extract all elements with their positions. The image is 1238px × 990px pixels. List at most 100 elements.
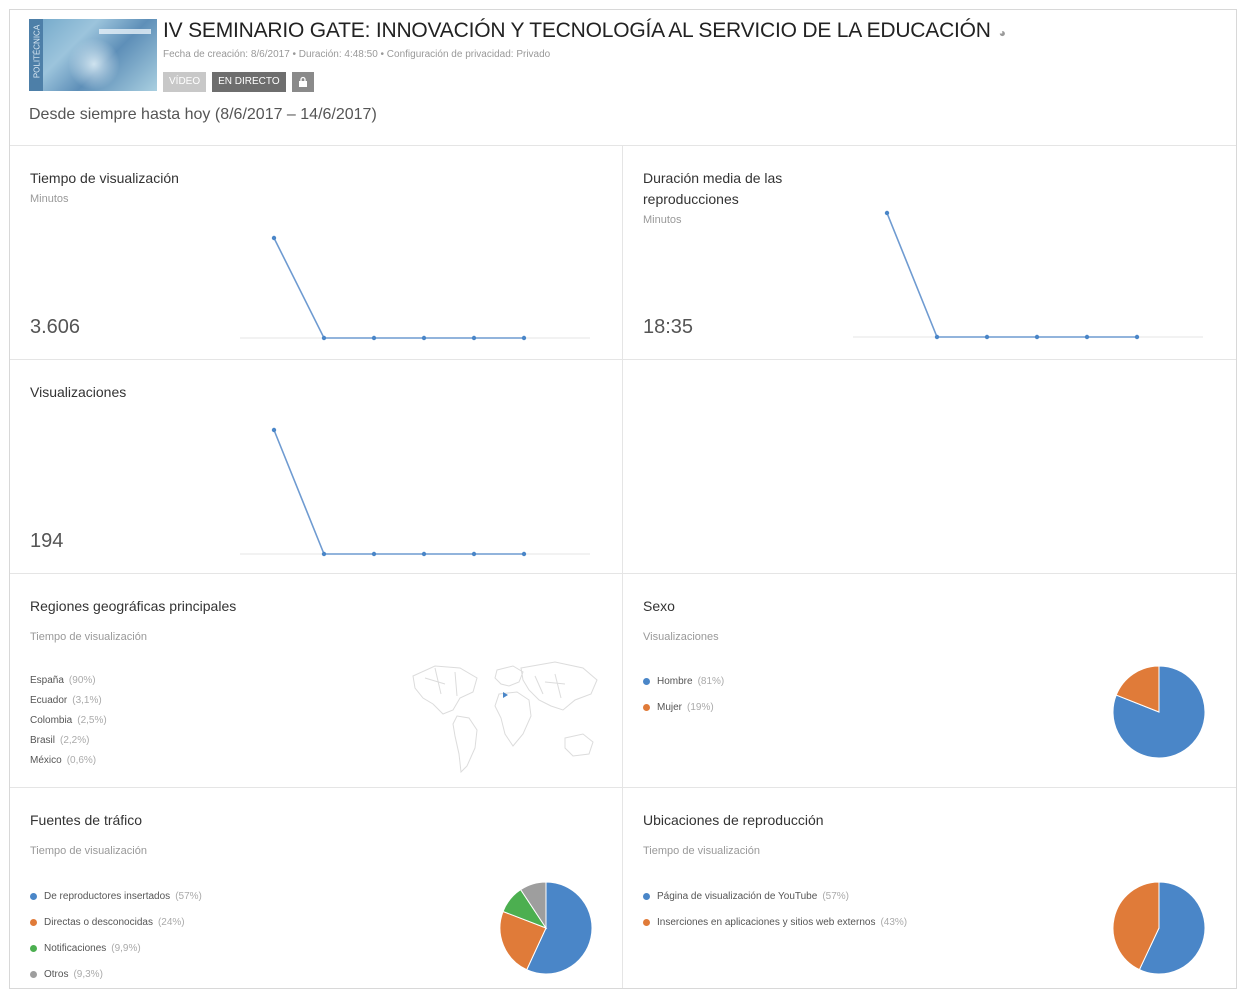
analytics-card: POLITÉCNICA IV SEMINARIO GATE: INNOVACIÓ… (9, 9, 1237, 989)
region-label: Ecuador (30, 694, 68, 706)
locations-legend: Página de visualización de YouTube (57%) … (643, 883, 907, 935)
sparkline-point[interactable] (471, 551, 477, 557)
legend-item: Directas o desconocidas (24%) (30, 909, 202, 935)
sparkline-point[interactable] (884, 210, 890, 216)
thumbnail-strip-text: POLITÉCNICA (32, 24, 42, 79)
sparkline-point[interactable] (1084, 334, 1090, 340)
region-pct: (2,5%) (77, 714, 107, 726)
avg-duration-title-line2: reproducciones (643, 191, 739, 207)
watch-time-unit: Minutos (30, 193, 69, 205)
watch-time-sparkline (240, 235, 590, 341)
region-label: Colombia (30, 714, 73, 726)
region-item: España (90%) (30, 670, 107, 690)
legend-dot (643, 918, 650, 926)
avg-duration-card[interactable]: Duración media de las reproducciones Min… (623, 146, 1236, 360)
video-meta: Fecha de creación: 8/6/2017 • Duración: … (163, 49, 551, 60)
sparkline-point[interactable] (421, 551, 427, 557)
legend-label: Notificaciones (44, 942, 107, 954)
region-item: Colombia (2,5%) (30, 710, 107, 730)
legend-item: Inserciones en aplicaciones y sitios web… (643, 909, 907, 935)
thumbnail-glow (69, 37, 119, 91)
sparkline-point[interactable] (271, 235, 277, 241)
thumbnail-bar (99, 29, 151, 34)
legend-pct: (43%) (880, 916, 908, 928)
region-label: México (30, 754, 62, 766)
thumbnail-strip: POLITÉCNICA (29, 19, 43, 91)
sparkline-series (273, 429, 524, 555)
gender-card[interactable]: Sexo Visualizaciones Hombre (81%) Mujer (1… (623, 574, 1236, 788)
legend-item: Hombre (81%) (643, 668, 724, 694)
legend-label: Directas o desconocidas (44, 916, 153, 928)
sparkline-point[interactable] (1034, 334, 1040, 340)
external-link-icon[interactable]: ◕ (999, 26, 1006, 40)
region-pct: (0,6%) (66, 754, 97, 766)
badge-row: VÍDEO EN DIRECTO (163, 72, 314, 92)
video-title[interactable]: IV SEMINARIO GATE: INNOVACIÓN Y TECNOLOG… (163, 19, 1006, 43)
gender-subtitle: Visualizaciones (643, 631, 719, 643)
sparkline-point[interactable] (321, 335, 327, 341)
gender-pie (1112, 665, 1206, 759)
avg-duration-value: 18:35 (643, 316, 694, 338)
legend-pct: (24%) (157, 916, 185, 928)
lock-icon-svg (298, 76, 307, 87)
sparkline-point[interactable] (984, 334, 990, 340)
avg-duration-unit: Minutos (643, 214, 682, 226)
legend-item: Notificaciones (9,9%) (30, 935, 202, 961)
empty-card (623, 360, 1236, 574)
sparkline-series (886, 212, 1137, 338)
views-value: 194 (30, 530, 64, 552)
regions-title: Regiones geográficas principales (30, 598, 237, 614)
sparkline-point[interactable] (371, 335, 377, 341)
legend-dot (30, 918, 37, 926)
sparkline-point[interactable] (471, 335, 477, 341)
lock-icon (291, 72, 314, 92)
views-card[interactable]: Visualizaciones 194 (10, 360, 623, 574)
legend-item: Página de visualización de YouTube (57%) (643, 883, 907, 909)
traffic-card[interactable]: Fuentes de tráfico Tiempo de visualizaci… (10, 788, 623, 988)
region-label: Brasil (30, 734, 56, 746)
legend-label: De reproductores insertados (44, 890, 171, 902)
views-title: Visualizaciones (30, 384, 127, 400)
date-range: Desde siempre hasta hoy (8/6/2017 – 14/6… (29, 106, 377, 123)
legend-dot (30, 892, 37, 900)
gender-legend: Hombre (81%) Mujer (19%) (643, 668, 724, 720)
video-header: POLITÉCNICA IV SEMINARIO GATE: INNOVACIÓ… (10, 10, 1236, 146)
video-thumbnail[interactable]: POLITÉCNICA (29, 19, 157, 91)
region-pct: (3,1%) (72, 694, 102, 706)
sparkline-point[interactable] (521, 551, 527, 557)
legend-pct: (19%) (687, 701, 714, 713)
watch-time-value: 3.606 (30, 316, 81, 338)
locations-subtitle: Tiempo de visualización (643, 845, 760, 857)
legend-label: Otros (44, 968, 69, 980)
sparkline-point[interactable] (1134, 334, 1140, 340)
sparkline-point[interactable] (371, 551, 377, 557)
region-item: Ecuador (3,1%) (30, 690, 107, 710)
legend-pct: (9,9%) (111, 942, 141, 954)
legend-label: Hombre (657, 675, 693, 687)
traffic-title: Fuentes de tráfico (30, 812, 143, 828)
locations-pie (1112, 881, 1206, 975)
sparkline-point[interactable] (271, 427, 277, 433)
video-badge: VÍDEO (163, 72, 207, 92)
avg-duration-title-line1: Duración media de las (643, 170, 783, 186)
sparkline-point[interactable] (421, 335, 427, 341)
legend-label: Mujer (657, 701, 683, 713)
legend-item: Mujer (19%) (643, 694, 724, 720)
region-item: Brasil (2,2%) (30, 730, 107, 750)
sparkline-point[interactable] (321, 551, 327, 557)
locations-card[interactable]: Ubicaciones de reproducción Tiempo de vi… (623, 788, 1236, 988)
legend-label: Inserciones en aplicaciones y sitios web… (657, 916, 876, 928)
legend-label: Página de visualización de YouTube (657, 890, 818, 902)
region-label: España (30, 674, 64, 686)
legend-item: Otros (9,3%) (30, 961, 202, 987)
sparkline-point[interactable] (521, 335, 527, 341)
watch-time-card[interactable]: Tiempo de visualización Minutos 3.606 (10, 146, 623, 360)
region-pct: (2,2%) (60, 734, 90, 746)
regions-card[interactable]: Regiones geográficas principales Tiempo … (10, 574, 623, 788)
locations-title: Ubicaciones de reproducción (643, 812, 824, 828)
sparkline-point[interactable] (934, 334, 940, 340)
legend-pct: (9,3%) (73, 968, 103, 980)
live-badge: EN DIRECTO (212, 72, 286, 92)
traffic-pie (499, 881, 593, 975)
legend-dot (30, 970, 37, 978)
